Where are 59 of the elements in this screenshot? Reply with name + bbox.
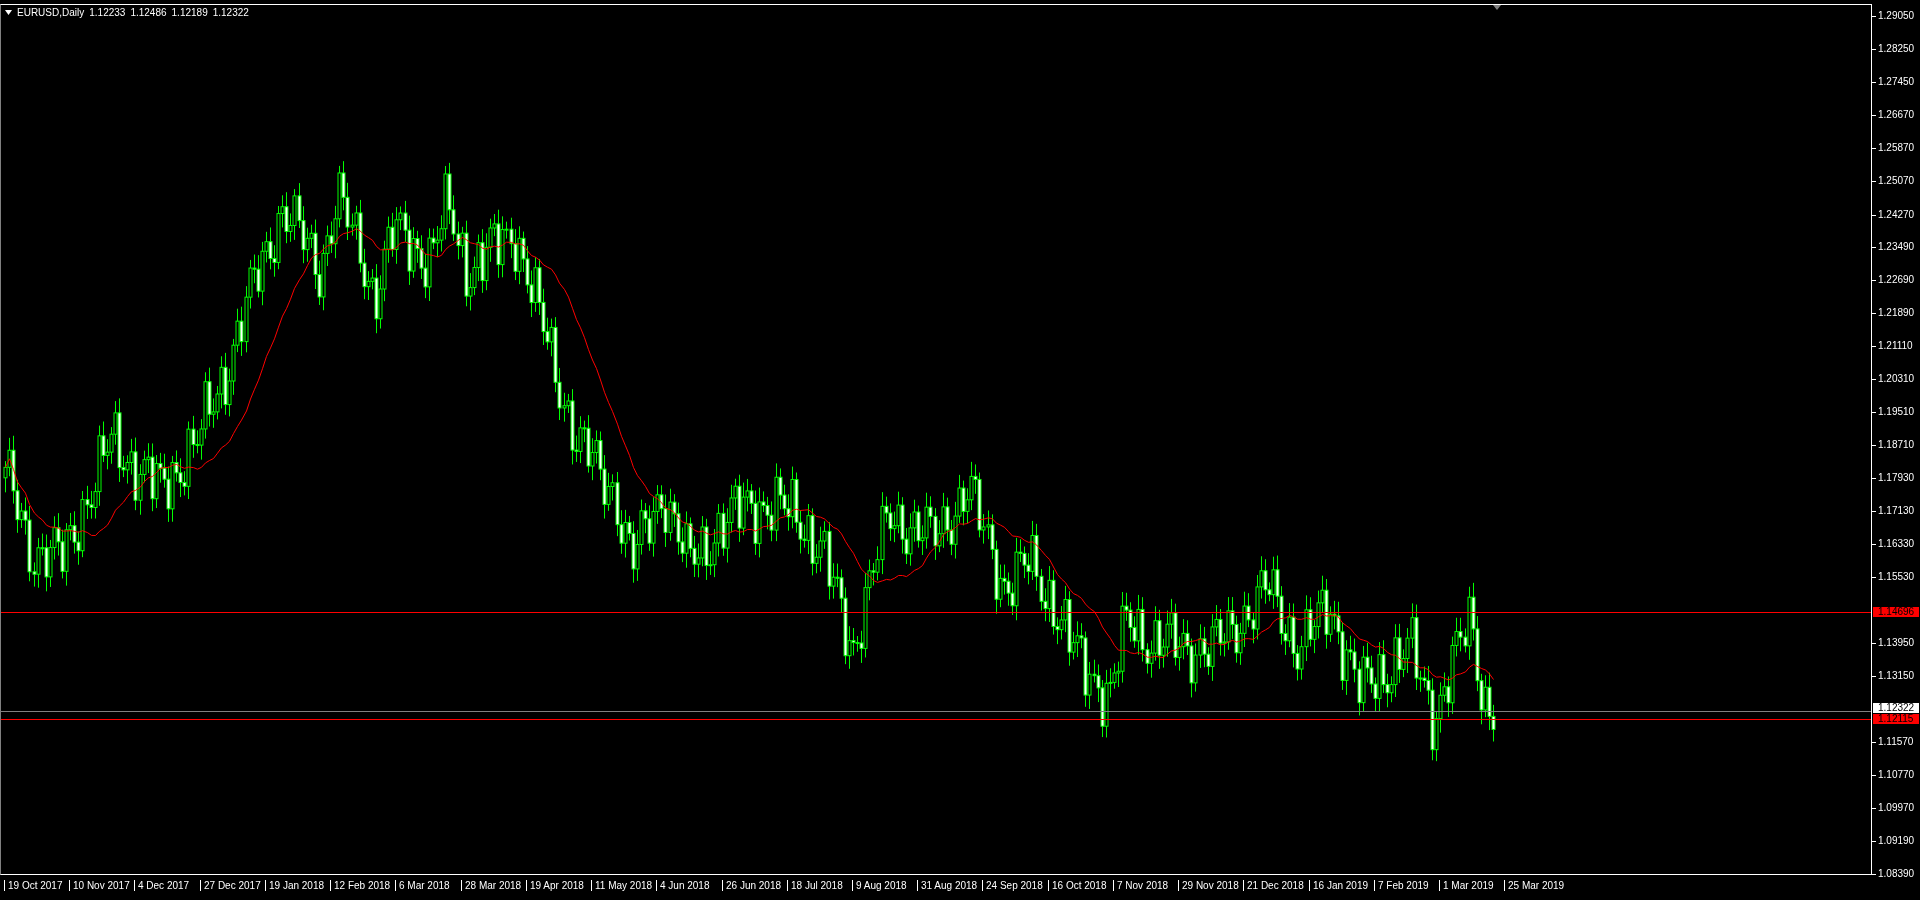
price-axis-label: 1.27450 xyxy=(1878,76,1915,87)
price-axis-label: 1.26670 xyxy=(1878,109,1915,120)
time-axis-label: 19 Apr 2018 xyxy=(526,880,584,891)
time-axis-label: 10 Nov 2017 xyxy=(69,880,130,891)
price-axis-label: 1.18710 xyxy=(1878,439,1915,450)
price-value: 1.12189 xyxy=(171,7,208,18)
price-value: 1.12322 xyxy=(212,7,249,18)
price-axis-label: 1.11570 xyxy=(1878,736,1914,747)
bid-price-label: 1.12322 xyxy=(1873,703,1919,713)
price-axis-label: 1.29050 xyxy=(1878,10,1915,21)
price-axis-label: 1.13950 xyxy=(1878,637,1915,648)
price-axis-label: 1.23490 xyxy=(1878,241,1915,252)
time-axis-label: 16 Oct 2018 xyxy=(1048,880,1107,891)
time-axis-label: 7 Nov 2018 xyxy=(1113,880,1169,891)
chart-shift-marker-icon[interactable] xyxy=(1493,5,1501,10)
price-axis-label: 1.19510 xyxy=(1878,406,1915,417)
time-axis-label: 31 Aug 2018 xyxy=(917,880,978,891)
time-axis-label: 27 Dec 2017 xyxy=(200,880,261,891)
price-axis-label: 1.17930 xyxy=(1878,472,1915,483)
price-axis-label: 1.16330 xyxy=(1878,538,1915,549)
price-axis-label: 1.09190 xyxy=(1878,835,1915,846)
time-axis-label: 1 Mar 2019 xyxy=(1439,880,1494,891)
time-axis-label: 18 Jul 2018 xyxy=(787,880,843,891)
time-axis-label: 7 Feb 2019 xyxy=(1374,880,1429,891)
time-axis-label: 16 Jan 2019 xyxy=(1309,880,1369,891)
time-axis-label: 4 Dec 2017 xyxy=(134,880,190,891)
price-axis-label: 1.25070 xyxy=(1878,175,1915,186)
price-axis-label: 1.21110 xyxy=(1878,340,1913,351)
time-axis-label: 19 Jan 2018 xyxy=(265,880,325,891)
caret-icon[interactable] xyxy=(5,10,12,15)
price-axis-label: 1.25870 xyxy=(1878,142,1915,153)
time-axis-label: 4 Jun 2018 xyxy=(656,880,710,891)
time-axis-label: 9 Aug 2018 xyxy=(852,880,907,891)
price-axis-label: 1.10770 xyxy=(1878,769,1915,780)
price-axis-label: 1.17130 xyxy=(1878,505,1915,516)
price-axis-label: 1.28250 xyxy=(1878,43,1915,54)
time-axis-label: 28 Mar 2018 xyxy=(461,880,522,891)
time-axis-label: 26 Jun 2018 xyxy=(722,880,782,891)
time-axis-label: 6 Mar 2018 xyxy=(395,880,450,891)
price-axis-label: 1.13150 xyxy=(1878,670,1915,681)
price-axis-label: 1.22690 xyxy=(1878,274,1915,285)
time-axis-label: 19 Oct 2017 xyxy=(4,880,63,891)
time-axis-label: 29 Nov 2018 xyxy=(1178,880,1239,891)
time-axis-label: 11 May 2018 xyxy=(591,880,653,891)
time-axis-label: 21 Dec 2018 xyxy=(1243,880,1304,891)
price-value: 1.12233 xyxy=(89,7,126,18)
symbol-title: EURUSD,Daily xyxy=(17,7,85,18)
price-level-label: 1.14696 xyxy=(1873,607,1919,617)
price-axis-label: 1.08390 xyxy=(1878,868,1915,879)
price-axis-label: 1.21890 xyxy=(1878,307,1915,318)
price-axis-label: 1.20310 xyxy=(1878,373,1915,384)
price-axis-label: 1.24270 xyxy=(1878,209,1915,220)
price-value: 1.12486 xyxy=(130,7,167,18)
time-axis-label: 25 Mar 2019 xyxy=(1504,880,1565,891)
price-axis-label: 1.09970 xyxy=(1878,802,1915,813)
time-axis-label: 12 Feb 2018 xyxy=(330,880,391,891)
time-axis-label: 24 Sep 2018 xyxy=(982,880,1043,891)
price-level-label: 1.12115 xyxy=(1873,714,1919,724)
price-axis-label: 1.15530 xyxy=(1878,571,1915,582)
